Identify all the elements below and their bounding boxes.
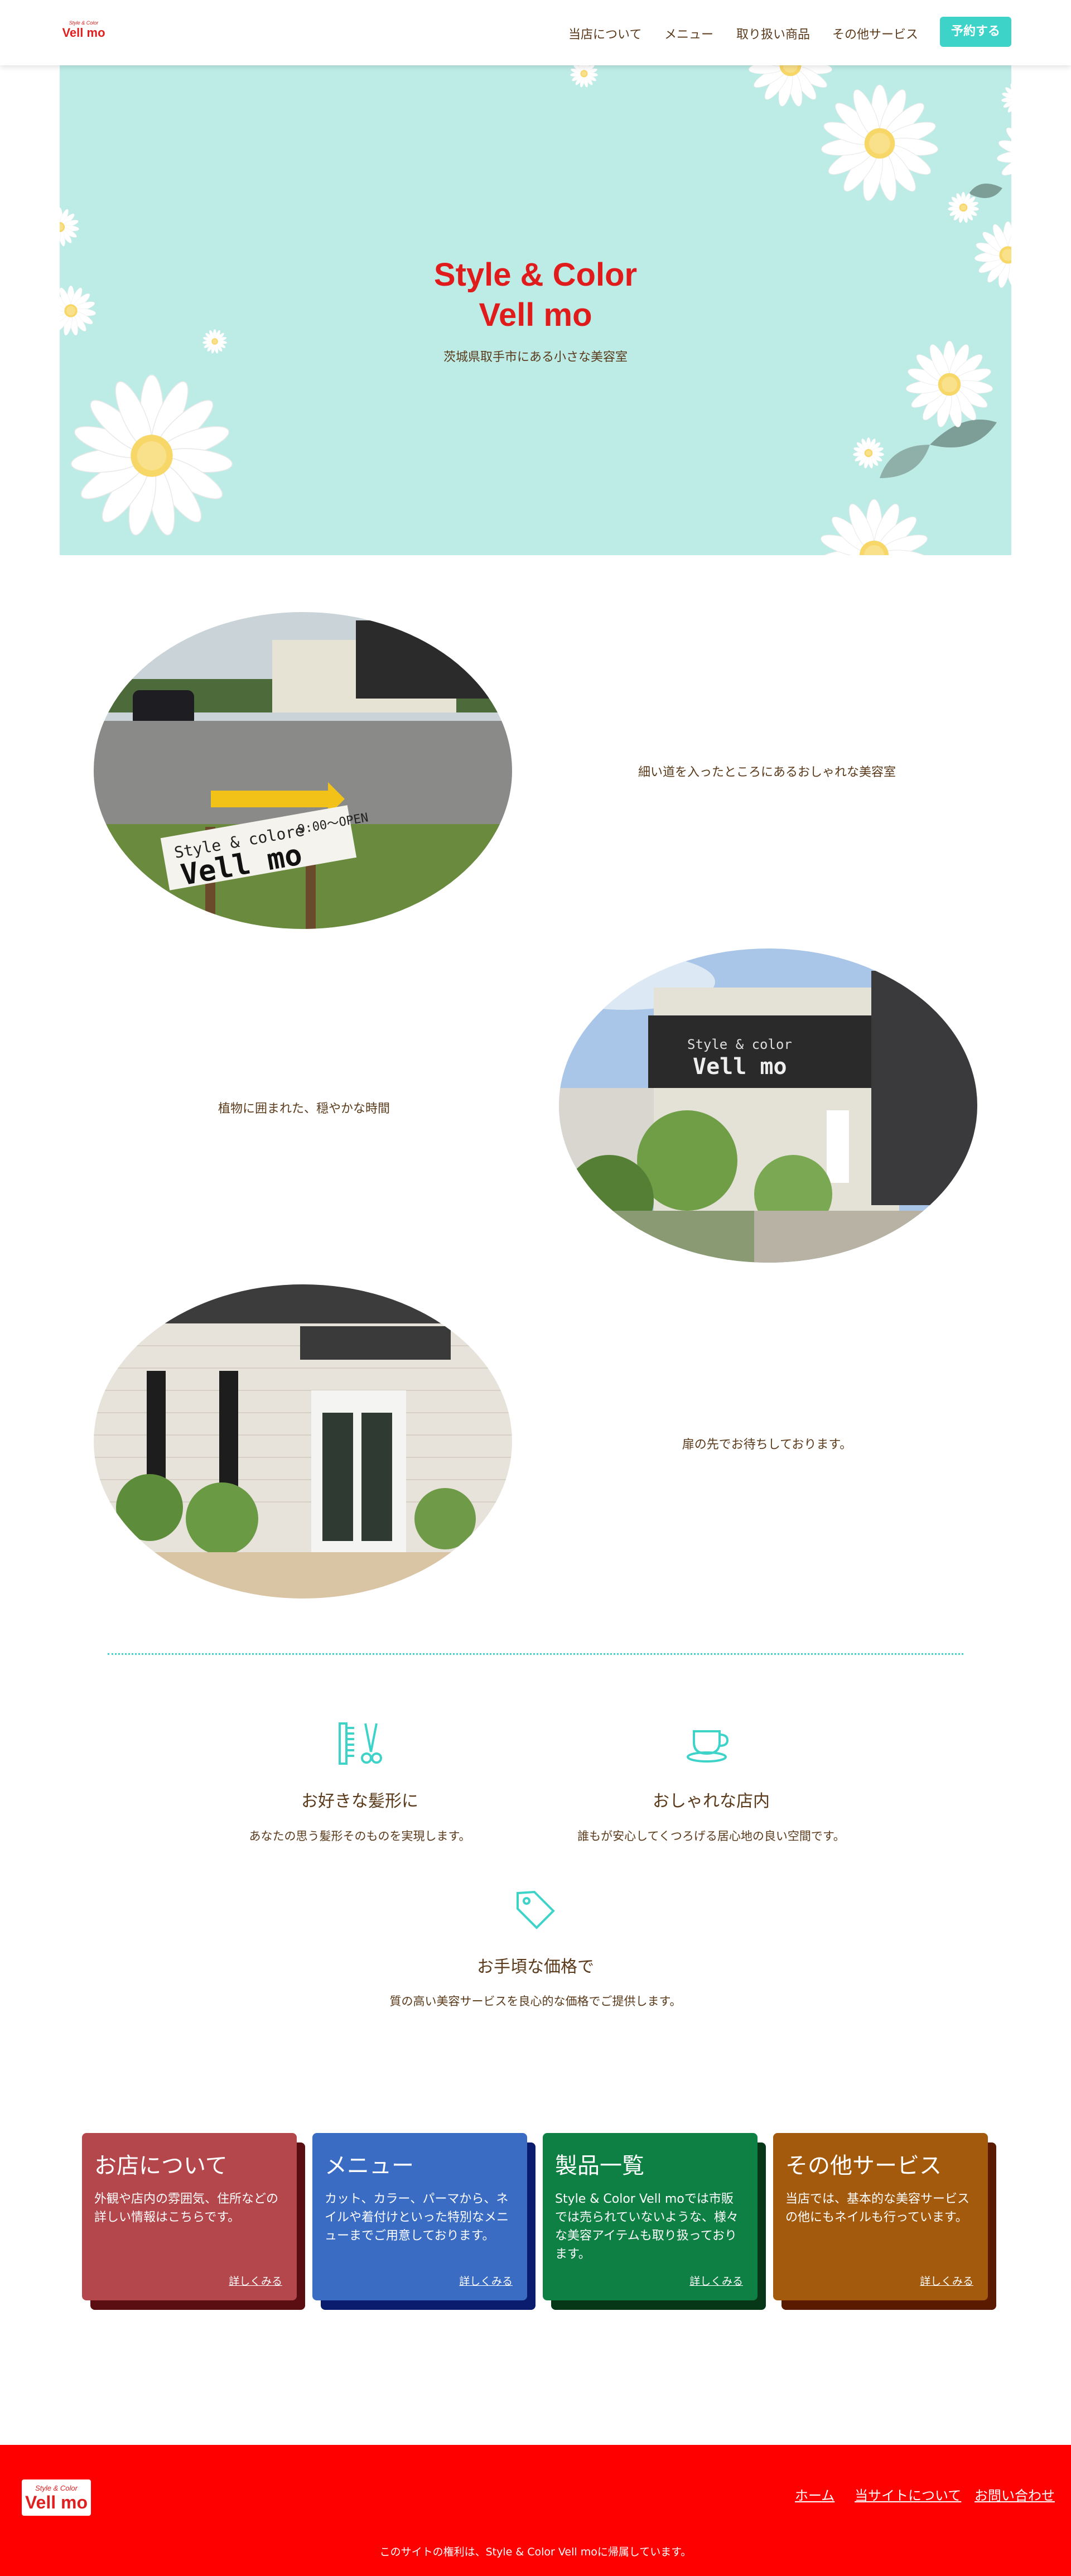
price-tag-icon (517, 1890, 555, 1929)
footer-link-contact[interactable]: お問い合わせ (974, 2484, 1055, 2504)
card-services-title: その他サービス (785, 2153, 942, 2179)
card-menu-title: メニュー (325, 2153, 414, 2179)
footer-logo-big-text: Vell mo (25, 2492, 88, 2512)
card-services[interactable]: その他サービス 当店では、基本的な美容サービスの他にもネイルも行っています。 詳… (773, 2133, 988, 2300)
site-header: Style & Color Vell mo 当店について メニュー 取り扱い商品… (0, 0, 1071, 65)
card-menu-body: カット、カラー、パーマから、ネイルや着付けといった特別なメニューまでご用意してお… (325, 2192, 509, 2243)
feature-title-interior: おしゃれな店内 (653, 1792, 770, 1811)
footer-link-home[interactable]: ホーム (795, 2484, 834, 2504)
coffee-cup-icon (687, 1730, 729, 1763)
nav-other-services[interactable]: その他サービス (832, 25, 918, 42)
feature-desc-price: 質の高い美容サービスを良心的な価格でご提供します。 (389, 1995, 682, 2008)
row3-caption: 扉の先でお待ちしております。 (682, 1438, 852, 1452)
card-about-title: お店について (94, 2153, 228, 2179)
row1-caption: 細い道を入ったところにあるおしゃれな美容室 (638, 765, 896, 779)
shop-sign-photo: Style & colore Vell mo 9:00〜OPEN (94, 612, 512, 929)
building-sign-line1: Style & color (687, 1037, 792, 1052)
footer-link-about-site[interactable]: 当サイトについて (855, 2484, 961, 2504)
logo-big-text: Vell mo (62, 26, 105, 40)
nav-about[interactable]: 当店について (568, 25, 641, 42)
section-divider (108, 1653, 963, 1655)
building-sign-line2: Vell mo (693, 1054, 787, 1080)
card-products[interactable]: 製品一覧 Style & Color Vell moでは市販では売られていないよ… (543, 2133, 758, 2300)
card-products-body: Style & Color Vell moでは市販では売られていないような、様々… (555, 2192, 739, 2261)
feature-desc-interior: 誰もが安心してくつろげる居心地の良い空間です。 (577, 1829, 845, 1843)
card-about-more-link[interactable]: 詳しくみる (229, 2273, 282, 2288)
row2-caption: 植物に囲まれた、穏やかな時間 (218, 1102, 390, 1116)
nav-menu[interactable]: メニュー (664, 25, 713, 42)
shop-exterior-photo: Style & color Vell mo (559, 948, 977, 1263)
card-products-more-link[interactable]: 詳しくみる (689, 2273, 743, 2288)
hero-subtitle: 茨城県取手市にある小さな美容室 (443, 350, 628, 364)
card-services-more-link[interactable]: 詳しくみる (920, 2273, 973, 2288)
site-logo[interactable]: Style & Color Vell mo (61, 20, 106, 44)
footer-logo[interactable]: Style & Color Vell mo (22, 2479, 91, 2516)
footer-logo-small-text: Style & Color (35, 2484, 78, 2492)
shop-entrance-photo (94, 1284, 512, 1598)
hero-title-line1: Style & Color (433, 257, 638, 293)
card-products-title: 製品一覧 (555, 2153, 644, 2179)
hero-banner: Style & Color Vell mo 茨城県取手市にある小さな美容室 (60, 65, 1011, 555)
card-menu-more-link[interactable]: 詳しくみる (459, 2273, 513, 2288)
site-footer: Style & Color Vell mo ホーム 当サイトについて お問い合わ… (0, 2445, 1071, 2576)
card-about[interactable]: お店について 外観や店内の雰囲気、住所などの詳しい情報はこちらです。 詳しくみる (82, 2133, 297, 2300)
feature-title-price: お手頃な価格で (477, 1957, 594, 1977)
copyright-text: このサイトの権利は、Style & Color Vell moに帰属しています。 (379, 2546, 692, 2558)
feature-title-hairstyle: お好きな髪形に (301, 1792, 418, 1811)
reserve-button[interactable]: 予約する (940, 17, 1011, 47)
nav-products[interactable]: 取り扱い商品 (736, 25, 810, 42)
card-menu[interactable]: メニュー カット、カラー、パーマから、ネイルや着付けといった特別なメニューまでご… (312, 2133, 527, 2300)
card-about-body: 外観や店内の雰囲気、住所などの詳しい情報はこちらです。 (94, 2192, 279, 2224)
hero-title-line2: Vell mo (479, 297, 592, 333)
hero-title: Style & Color Vell mo (60, 255, 1011, 335)
feature-desc-hairstyle: あなたの思う髪形そのものを実現します。 (249, 1829, 471, 1843)
card-services-body: 当店では、基本的な美容サービスの他にもネイルも行っています。 (785, 2192, 970, 2224)
comb-scissors-icon (339, 1722, 382, 1765)
